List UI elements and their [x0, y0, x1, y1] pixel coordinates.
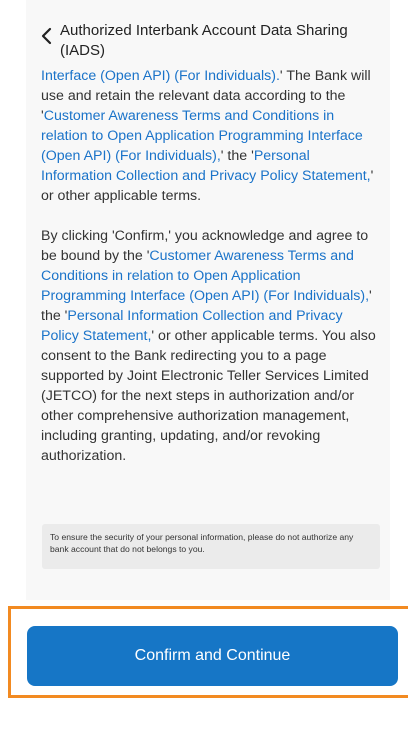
- security-notice: To ensure the security of your personal …: [42, 524, 380, 569]
- page-title: Authorized Interbank Account Data Sharin…: [60, 22, 348, 59]
- customer-awareness-terms-link[interactable]: Customer Awareness Terms and Conditions …: [41, 108, 363, 164]
- open-api-link[interactable]: Interface (Open API) (For Individuals).: [41, 68, 280, 84]
- terms-paragraph-2: By clicking 'Confirm,' you acknowledge a…: [41, 226, 379, 466]
- text-segment: ' the ': [220, 148, 254, 164]
- confirm-and-continue-button[interactable]: Confirm and Continue: [27, 626, 398, 686]
- terms-paragraph-1: Interface (Open API) (For Individuals). '…: [41, 66, 379, 206]
- chevron-left-icon[interactable]: [38, 27, 56, 45]
- text-segment: ' or other applicable terms. You also co…: [41, 328, 376, 464]
- header: Authorized Interbank Account Data Sharin…: [0, 0, 408, 62]
- terms-text: Interface (Open API) (For Individuals). '…: [41, 66, 379, 486]
